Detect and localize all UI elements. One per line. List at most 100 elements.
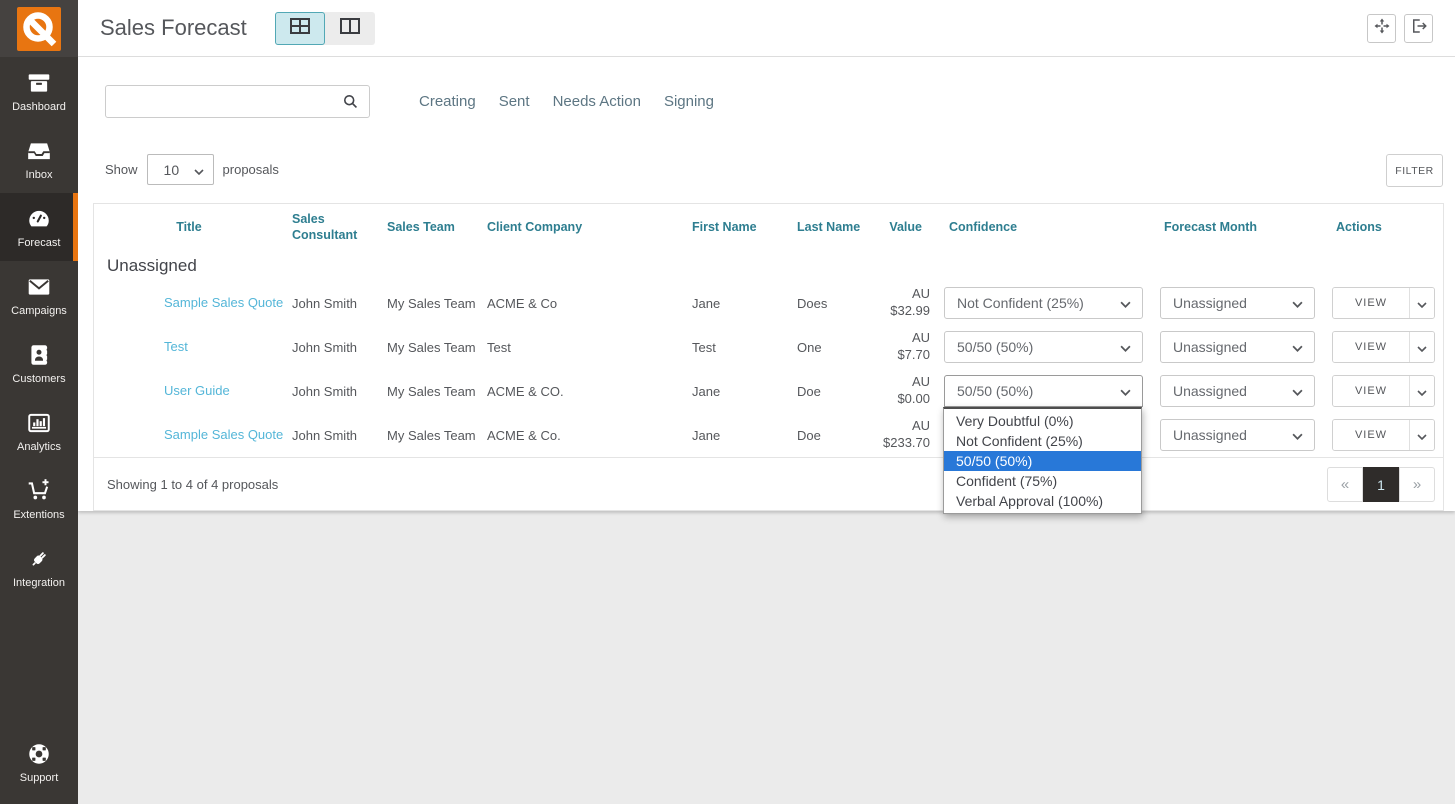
dropdown-option[interactable]: Very Doubtful (0%) bbox=[944, 411, 1141, 431]
sidebar-item-analytics[interactable]: Analytics bbox=[0, 397, 78, 465]
view-button[interactable]: VIEW bbox=[1333, 332, 1409, 362]
actions-menu-button[interactable] bbox=[1409, 332, 1434, 362]
column-header-first-name: First Name bbox=[684, 220, 789, 236]
group-header: Unassigned bbox=[94, 251, 1443, 281]
sidebar-item-label: Support bbox=[20, 772, 59, 784]
tab-needs-action[interactable]: Needs Action bbox=[553, 93, 641, 110]
column-header-title: Title bbox=[94, 220, 284, 236]
cell-sales-team: My Sales Team bbox=[379, 384, 479, 399]
column-header-value: Value bbox=[871, 220, 936, 236]
sidebar-item-label: Campaigns bbox=[11, 305, 67, 317]
forecast-month-select[interactable]: Unassigned bbox=[1160, 287, 1315, 319]
table-view-toggle[interactable] bbox=[275, 12, 325, 45]
cell-client-company: ACME & Co bbox=[479, 296, 684, 311]
sidebar-item-integration[interactable]: Integration bbox=[0, 533, 78, 601]
sidebar-item-support[interactable]: Support bbox=[0, 728, 78, 796]
cell-value: AU $7.70 bbox=[871, 330, 936, 364]
actions-split-button: VIEW bbox=[1332, 375, 1435, 407]
column-view-toggle[interactable] bbox=[325, 12, 375, 45]
move-icon bbox=[1373, 17, 1391, 40]
cell-sales-consultant: John Smith bbox=[284, 428, 379, 443]
column-header-sales-consultant: Sales Consultant bbox=[284, 212, 379, 243]
sidebar-item-label: Integration bbox=[13, 577, 65, 589]
gauge-icon bbox=[26, 206, 52, 232]
search-icon[interactable] bbox=[342, 93, 369, 110]
page-size-select[interactable]: 10 bbox=[147, 154, 214, 185]
page-size-control: Show 10 proposals bbox=[105, 154, 279, 185]
cell-sales-consultant: John Smith bbox=[284, 384, 379, 399]
search-input[interactable] bbox=[106, 86, 342, 117]
move-button[interactable] bbox=[1367, 14, 1396, 43]
next-page-button[interactable]: » bbox=[1399, 467, 1435, 502]
cart-plus-icon bbox=[26, 478, 52, 504]
cell-value: AU $0.00 bbox=[871, 374, 936, 408]
sidebar-item-customers[interactable]: Customers bbox=[0, 329, 78, 397]
previous-page-button[interactable]: « bbox=[1327, 467, 1363, 502]
confidence-select-open[interactable]: 50/50 (50%) bbox=[944, 375, 1143, 407]
sidebar-item-extentions[interactable]: Extentions bbox=[0, 465, 78, 533]
column-header-actions: Actions bbox=[1323, 220, 1443, 236]
actions-split-button: VIEW bbox=[1332, 419, 1435, 451]
actions-menu-button[interactable] bbox=[1409, 376, 1434, 406]
tab-creating[interactable]: Creating bbox=[419, 93, 476, 110]
dropdown-option[interactable]: Verbal Approval (100%) bbox=[944, 491, 1141, 511]
actions-menu-button[interactable] bbox=[1409, 288, 1434, 318]
sidebar-item-forecast[interactable]: Forecast bbox=[0, 193, 78, 261]
app-logo[interactable] bbox=[0, 0, 78, 57]
proposal-title-link[interactable]: Sample Sales Quote bbox=[164, 295, 283, 310]
column-header-client-company: Client Company bbox=[479, 220, 684, 236]
forecast-month-select[interactable]: Unassigned bbox=[1160, 375, 1315, 407]
unit-label: proposals bbox=[223, 162, 279, 177]
pagination: « 1 » bbox=[1327, 467, 1435, 502]
cell-client-company: ACME & CO. bbox=[479, 384, 684, 399]
table-row: Sample Sales Quote John Smith My Sales T… bbox=[94, 413, 1443, 457]
view-button[interactable]: VIEW bbox=[1333, 288, 1409, 318]
proposal-title-link[interactable]: Sample Sales Quote bbox=[164, 427, 283, 442]
table-header-row: Title Sales Consultant Sales Team Client… bbox=[94, 204, 1443, 251]
actions-menu-button[interactable] bbox=[1409, 420, 1434, 450]
sidebar-item-campaigns[interactable]: Campaigns bbox=[0, 261, 78, 329]
life-buoy-icon bbox=[26, 741, 52, 767]
forecast-month-select[interactable]: Unassigned bbox=[1160, 331, 1315, 363]
inbox-icon bbox=[26, 138, 52, 164]
cell-sales-consultant: John Smith bbox=[284, 296, 379, 311]
tab-signing[interactable]: Signing bbox=[664, 93, 714, 110]
sidebar-item-inbox[interactable]: Inbox bbox=[0, 125, 78, 193]
confidence-select[interactable]: 50/50 (50%) bbox=[944, 331, 1143, 363]
bar-chart-icon bbox=[26, 410, 52, 436]
cell-last-name: Does bbox=[789, 296, 871, 311]
view-toggle-group bbox=[275, 12, 375, 45]
page-title: Sales Forecast bbox=[100, 15, 247, 41]
cell-last-name: Doe bbox=[789, 384, 871, 399]
dropdown-option[interactable]: Confident (75%) bbox=[944, 471, 1141, 491]
cell-client-company: Test bbox=[479, 340, 684, 355]
dropdown-option[interactable]: Not Confident (25%) bbox=[944, 431, 1141, 451]
sidebar-item-dashboard[interactable]: Dashboard bbox=[0, 57, 78, 125]
table-view-icon bbox=[290, 18, 310, 39]
logout-button[interactable] bbox=[1404, 14, 1433, 43]
forecast-month-select[interactable]: Unassigned bbox=[1160, 419, 1315, 451]
proposal-title-link[interactable]: Test bbox=[164, 339, 188, 354]
table-row: User Guide John Smith My Sales Team ACME… bbox=[94, 369, 1443, 413]
status-tabs: Creating Sent Needs Action Signing bbox=[419, 85, 714, 118]
view-button[interactable]: VIEW bbox=[1333, 420, 1409, 450]
content-panel: Creating Sent Needs Action Signing Show … bbox=[78, 57, 1455, 511]
proposal-title-link[interactable]: User Guide bbox=[164, 383, 230, 398]
envelope-icon bbox=[26, 274, 52, 300]
filter-button[interactable]: FILTER bbox=[1386, 154, 1443, 187]
view-button[interactable]: VIEW bbox=[1333, 376, 1409, 406]
cell-sales-team: My Sales Team bbox=[379, 296, 479, 311]
sidebar-item-label: Analytics bbox=[17, 441, 61, 453]
sidebar-item-label: Dashboard bbox=[12, 101, 66, 113]
sidebar: Dashboard Inbox Forecast bbox=[0, 0, 78, 804]
tab-sent[interactable]: Sent bbox=[499, 93, 530, 110]
column-view-icon bbox=[340, 18, 360, 39]
sidebar-item-label: Inbox bbox=[26, 169, 53, 181]
chevron-down-icon bbox=[1292, 339, 1303, 355]
current-page-indicator[interactable]: 1 bbox=[1363, 467, 1399, 502]
dropdown-option-selected[interactable]: 50/50 (50%) bbox=[944, 451, 1141, 471]
confidence-select[interactable]: Not Confident (25%) bbox=[944, 287, 1143, 319]
cell-sales-team: My Sales Team bbox=[379, 340, 479, 355]
sidebar-item-label: Extentions bbox=[13, 509, 64, 521]
chevron-down-icon bbox=[1417, 340, 1427, 355]
